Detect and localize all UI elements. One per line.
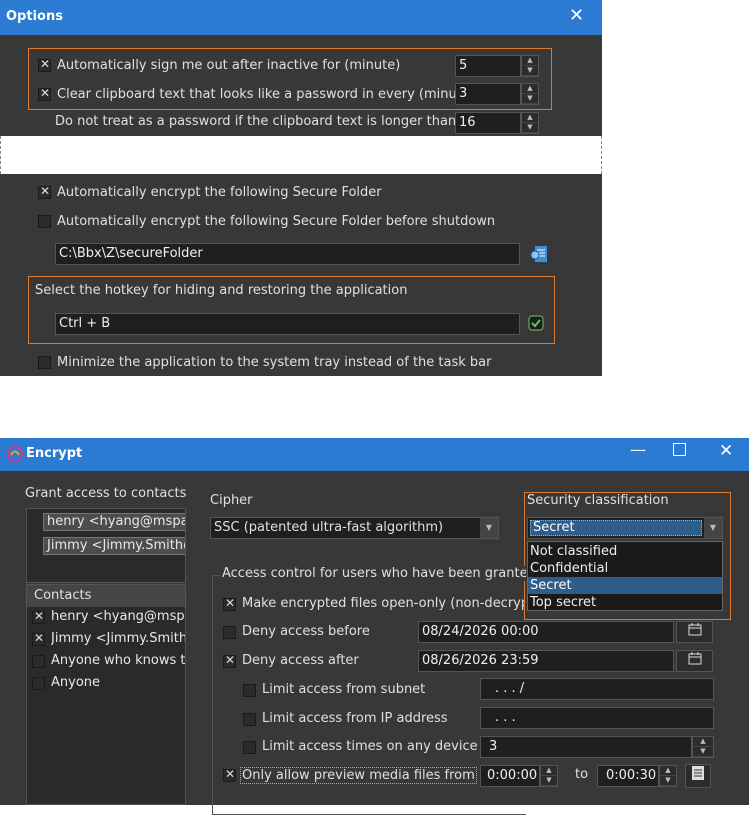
app-logo-icon [6,445,24,467]
clipboard-clear-label: Clear clipboard text that looks like a p… [57,87,475,102]
calendar-icon[interactable] [676,650,713,672]
options-title: Options [6,9,63,24]
contact-checkbox[interactable] [32,609,45,624]
contact-label: Anyone [51,675,101,690]
contact-label: henry <hyang@mspa [51,609,185,624]
grant-access-label: Grant access to contacts [25,486,187,501]
times-input[interactable]: 3 [480,736,692,758]
auto-encrypt-checkbox[interactable] [38,184,51,199]
media-list-icon[interactable] [685,764,711,788]
auto-signout-checkbox[interactable] [38,57,51,72]
close-icon[interactable]: ✕ [719,441,733,461]
access-control-label: Access control for users who have been g… [220,566,526,581]
hotkey-input[interactable]: Ctrl + B [55,313,520,335]
options-window: Options ✕ Automatically sign me out afte… [0,0,602,376]
auto-signout-stepper[interactable]: ▲ ▼ [521,55,539,77]
subnet-label: Limit access from subnet [262,682,426,697]
deny-after-input[interactable]: 08/26/2026 23:59 [418,650,674,672]
security-option[interactable]: Secret [528,577,722,594]
apply-check-icon[interactable] [526,315,546,335]
contact-row[interactable]: Anyone [27,674,185,694]
no-treat-label: Do not treat as a password if the clipbo… [55,114,457,129]
granted-chip[interactable]: henry <hyang@mspad [43,513,185,531]
subnet-input[interactable]: . . . / [480,678,714,700]
cipher-label: Cipher [210,493,253,508]
auto-signout-input[interactable]: 5 [455,55,521,77]
no-treat-stepper[interactable]: ▲ ▼ [521,112,539,134]
open-only-label: Make encrypted files open-only (non-decr… [242,596,524,611]
chevron-down-icon[interactable]: ▼ [704,518,722,538]
granted-list[interactable]: henry <hyang@mspad Jimmy <Jimmy.Smith@ [26,508,186,583]
minimize-tray-label: Minimize the application to the system t… [57,355,492,370]
security-option[interactable]: Not classified [528,543,724,560]
deny-before-input[interactable]: 08/24/2026 00:00 [418,621,674,643]
ip-input[interactable]: . . . [480,707,714,729]
clipboard-clear-stepper[interactable]: ▲ ▼ [521,83,539,105]
contact-row[interactable]: Anyone who knows th [27,652,185,672]
maximize-icon[interactable] [673,443,686,456]
times-checkbox[interactable] [243,741,256,754]
options-panel-bottom [0,174,602,376]
deny-after-checkbox[interactable] [223,653,236,668]
secure-folder-input[interactable]: C:\Bbx\Z\secureFolder [55,243,520,265]
minimize-tray-checkbox[interactable] [38,356,51,369]
security-label: Security classification [527,493,669,508]
contact-checkbox[interactable] [32,655,45,668]
preview-from-stepper[interactable]: ▲ ▼ [540,765,558,787]
contact-checkbox[interactable] [32,631,45,646]
deny-before-checkbox[interactable] [223,626,236,639]
close-icon[interactable]: ✕ [569,5,584,26]
contact-label: Anyone who knows th [51,653,185,668]
chevron-down-icon[interactable]: ▼ [480,518,498,538]
hotkey-label: Select the hotkey for hiding and restori… [35,283,408,298]
calendar-icon[interactable] [676,621,713,643]
clipboard-clear-checkbox[interactable] [38,86,51,101]
encrypt-title: Encrypt [26,446,83,461]
contact-checkbox[interactable] [32,677,45,690]
to-label: to [575,767,589,782]
minimize-icon[interactable]: — [630,440,646,459]
folder-settings-icon[interactable] [529,244,549,264]
ip-checkbox[interactable] [243,713,256,726]
preview-label: Only allow preview media files from [240,767,477,784]
security-select[interactable]: Secret ▼ [527,517,723,539]
cipher-select[interactable]: SSC (patented ultra-fast algorithm) ▼ [210,517,499,539]
times-label: Limit access times on any device to [262,739,495,754]
cipher-value: SSC (patented ultra-fast algorithm) [214,520,444,535]
dashed-separator [0,136,602,174]
preview-from-input[interactable]: 0:00:00 [480,765,540,787]
contact-label: Jimmy <Jimmy.Smith [51,631,185,646]
auto-encrypt-label: Automatically encrypt the following Secu… [57,185,382,200]
auto-encrypt-shutdown-label: Automatically encrypt the following Secu… [57,214,496,229]
deny-after-label: Deny access after [242,653,359,668]
contacts-header-label: Contacts [34,588,92,603]
ip-label: Limit access from IP address [262,711,448,726]
contact-row[interactable]: Jimmy <Jimmy.Smith [27,630,185,650]
auto-encrypt-shutdown-checkbox[interactable] [38,215,51,228]
no-treat-input[interactable]: 16 [455,112,521,134]
security-dropdown-list[interactable]: Not classified Confidential Secret Top s… [527,541,723,611]
open-only-checkbox[interactable] [223,596,236,611]
preview-checkbox[interactable] [223,767,236,782]
contact-row[interactable]: henry <hyang@mspa [27,608,185,628]
subnet-checkbox[interactable] [243,684,256,697]
security-option[interactable]: Top secret [528,594,724,611]
security-selected: Secret [530,520,702,536]
deny-before-label: Deny access before [242,624,370,639]
times-stepper[interactable]: ▲ ▼ [692,736,714,758]
clipboard-clear-input[interactable]: 3 [455,83,521,105]
preview-to-input[interactable]: 0:00:30 [597,765,659,787]
auto-signout-label: Automatically sign me out after inactive… [57,58,401,73]
options-titlebar: Options ✕ [0,0,602,35]
granted-chip[interactable]: Jimmy <Jimmy.Smith@ [43,537,185,555]
security-option[interactable]: Confidential [528,560,724,577]
encrypt-titlebar: Encrypt — ✕ [0,438,749,471]
preview-to-stepper[interactable]: ▲ ▼ [659,765,677,787]
